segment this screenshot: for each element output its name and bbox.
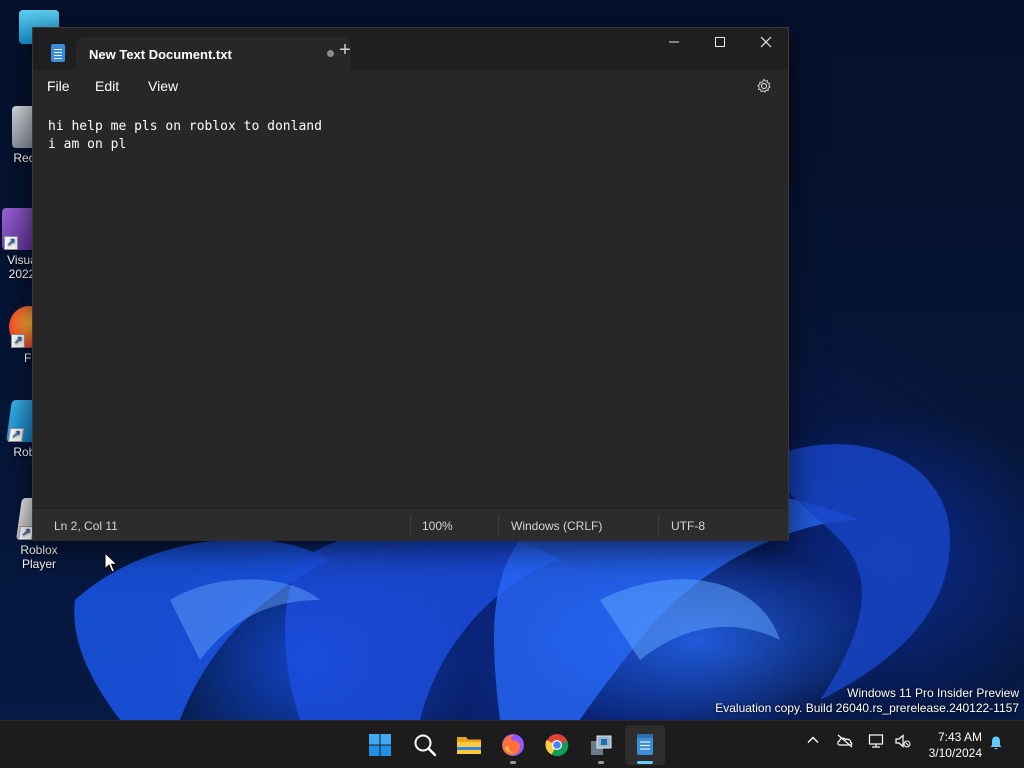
zoom-level[interactable]: 100% <box>422 519 453 533</box>
tab-document[interactable]: New Text Document.txt <box>76 37 351 70</box>
taskbar-search-button[interactable] <box>405 725 445 765</box>
menu-edit[interactable]: Edit <box>95 78 119 94</box>
menu-bar: File Edit View <box>33 70 788 104</box>
show-hidden-icons-button[interactable] <box>806 733 820 750</box>
clock-time: 7:43 AM <box>937 730 982 744</box>
chrome-icon <box>545 734 569 757</box>
notepad-window: New Text Document.txt + File Edit View h… <box>32 27 789 541</box>
desktop-icon-label: Roblox Player <box>20 543 58 571</box>
status-divider <box>658 515 659 535</box>
volume-muted-icon[interactable] <box>894 733 912 752</box>
minimize-icon <box>669 41 679 43</box>
cursor-position: Ln 2, Col 11 <box>54 519 118 533</box>
line-ending[interactable]: Windows (CRLF) <box>511 519 602 533</box>
shortcut-arrow-icon: ↗ <box>4 236 18 250</box>
taskbar-start-button[interactable] <box>360 725 400 765</box>
maximize-button[interactable] <box>697 28 743 58</box>
notepad-icon <box>51 44 65 62</box>
minimize-button[interactable] <box>651 28 697 58</box>
running-indicator <box>598 761 604 764</box>
mouse-cursor-icon <box>104 552 118 573</box>
clock[interactable]: 7:43 AM 3/10/2024 <box>929 729 982 761</box>
menu-view[interactable]: View <box>148 78 178 94</box>
status-divider <box>410 515 411 535</box>
firefox-icon <box>502 734 524 756</box>
watermark-build: Evaluation copy. Build 26040.rs_prerelea… <box>715 701 1019 715</box>
file-explorer-icon <box>457 737 481 754</box>
start-icon <box>369 734 391 756</box>
running-indicator <box>510 761 516 764</box>
close-button[interactable] <box>743 28 789 58</box>
status-divider <box>498 515 499 535</box>
notifications-bell-icon[interactable] <box>988 735 1004 754</box>
shortcut-arrow-icon: ↗ <box>8 428 25 442</box>
shortcut-arrow-icon: ↗ <box>11 334 25 348</box>
search-icon <box>414 734 437 757</box>
close-icon <box>760 36 772 48</box>
gear-icon <box>757 78 771 93</box>
active-indicator <box>637 761 653 764</box>
taskbar: 7:43 AM 3/10/2024 <box>0 720 1024 768</box>
taskbar-firefox[interactable] <box>493 725 533 765</box>
text-editor[interactable]: hi help me pls on roblox to donland i am… <box>33 104 788 508</box>
taskbar-roblox-studio[interactable] <box>581 725 621 765</box>
chevron-up-icon <box>807 736 819 743</box>
tab-title: New Text Document.txt <box>89 47 232 62</box>
menu-file[interactable]: File <box>47 78 70 94</box>
maximize-icon <box>715 37 725 47</box>
onedrive-offline-icon[interactable] <box>836 733 854 752</box>
roblox-studio-icon <box>591 735 612 755</box>
new-tab-button[interactable]: + <box>333 38 357 62</box>
taskbar-file-explorer[interactable] <box>449 725 489 765</box>
clock-date: 3/10/2024 <box>928 746 982 760</box>
editor-line: i am on pl <box>48 137 127 152</box>
taskbar-chrome[interactable] <box>537 725 577 765</box>
encoding[interactable]: UTF-8 <box>671 519 705 533</box>
notepad-icon <box>637 734 653 755</box>
settings-gear-icon[interactable] <box>756 78 772 94</box>
status-bar: Ln 2, Col 11 100% Windows (CRLF) UTF-8 <box>33 508 788 541</box>
network-icon[interactable] <box>868 733 886 752</box>
watermark-edition: Windows 11 Pro Insider Preview <box>847 686 1019 700</box>
editor-line: hi help me pls on roblox to donland <box>48 119 322 134</box>
title-bar[interactable]: New Text Document.txt + <box>33 28 788 70</box>
taskbar-notepad[interactable] <box>625 725 665 765</box>
